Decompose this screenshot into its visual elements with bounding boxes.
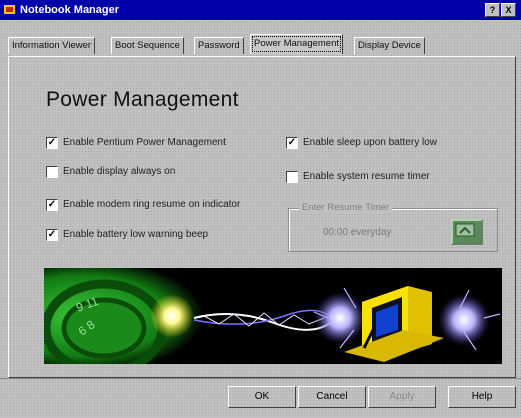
tab-display-device[interactable]: Display Device: [354, 37, 425, 54]
help-button[interactable]: Help: [448, 386, 516, 408]
help-title-button[interactable]: ?: [485, 3, 500, 17]
page-title: Power Management: [46, 88, 239, 111]
clock-icon: [455, 223, 475, 237]
footer-separator: [0, 378, 521, 379]
app-icon: [4, 5, 15, 14]
resume-timer-group: Enter Resume Timer 00:00 everyday: [288, 202, 498, 252]
tab-password[interactable]: Password: [194, 37, 244, 54]
resume-timer-label: Enable system resume timer: [303, 171, 430, 182]
resume-timer-checkbox[interactable]: [286, 171, 298, 183]
display-always-on-checkbox[interactable]: [46, 166, 58, 178]
tab-boot-sequence[interactable]: Boot Sequence: [111, 37, 184, 54]
power-management-banner: 9 11 6 8: [44, 268, 502, 364]
modem-ring-resume-label: Enable modem ring resume on indicator: [63, 199, 241, 210]
title-bar[interactable]: Notebook Manager ? X: [0, 0, 521, 20]
battery-low-beep-label: Enable battery low warning beep: [63, 229, 209, 240]
apply-button[interactable]: Apply: [368, 386, 436, 408]
window-title: Notebook Manager: [20, 4, 120, 16]
enable-power-management-label: Enable Pentium Power Management: [63, 137, 226, 148]
battery-low-beep-checkbox[interactable]: ✓: [46, 229, 58, 241]
enable-power-management-checkbox[interactable]: ✓: [46, 137, 58, 149]
cancel-button[interactable]: Cancel: [298, 386, 366, 408]
tab-information-viewer[interactable]: Information Viewer: [8, 37, 96, 54]
set-timer-button: [451, 219, 483, 245]
resume-timer-group-title: Enter Resume Timer: [299, 202, 393, 213]
resume-timer-value: 00:00 everyday: [323, 227, 392, 238]
modem-ring-resume-checkbox[interactable]: ✓: [46, 199, 58, 211]
tab-power-management[interactable]: Power Management: [250, 34, 344, 54]
banner-illustration: 9 11 6 8: [44, 268, 502, 364]
sleep-battery-low-checkbox[interactable]: ✓: [286, 137, 298, 149]
close-title-button[interactable]: X: [501, 3, 516, 17]
sleep-battery-low-label: Enable sleep upon battery low: [303, 137, 437, 148]
ok-button[interactable]: OK: [228, 386, 296, 408]
display-always-on-label: Enable display always on: [63, 166, 176, 177]
